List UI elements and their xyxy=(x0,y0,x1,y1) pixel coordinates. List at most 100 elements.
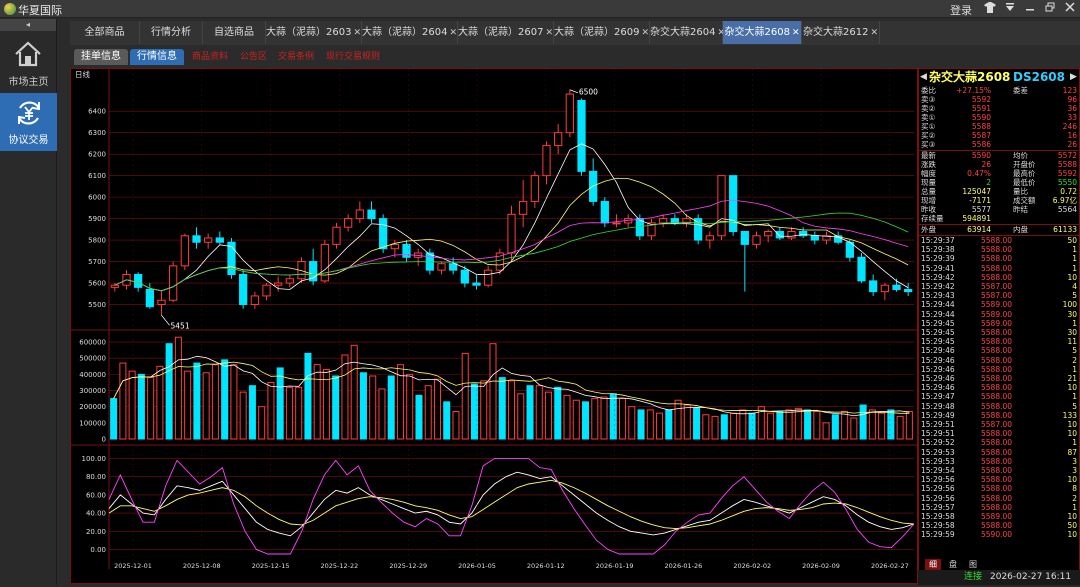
volume-bar xyxy=(628,406,636,440)
login-button[interactable]: 登录 xyxy=(950,2,972,18)
tick-time: 15:29:51 xyxy=(921,429,955,439)
tick-price: 5588.00 xyxy=(981,263,1013,273)
tick-price: 5588.00 xyxy=(981,236,1013,245)
volume-bar xyxy=(332,375,340,440)
candle-down xyxy=(145,288,154,308)
volume-bar xyxy=(609,393,617,440)
tick-row: 15:29:46 5588.00 10 xyxy=(921,383,1079,392)
volume-bar xyxy=(211,364,219,440)
tab-hybrid-garlic-2612[interactable]: 杂交大蒜2612 ✕ xyxy=(802,21,880,44)
quote-label: 总量 xyxy=(921,187,936,196)
tick-row: 15:29:56 5588.00 8 xyxy=(921,484,1079,493)
candle-up xyxy=(390,243,399,250)
tab-garlic-2609[interactable]: 大蒜（泥蒜）2609 ✕ xyxy=(554,21,650,44)
tab-watchlist[interactable]: 自选商品 xyxy=(203,21,266,44)
volume-bar xyxy=(184,370,192,440)
prev-contract-icon[interactable]: ◀ xyxy=(920,69,927,85)
tick-time: 15:29:37 xyxy=(921,236,955,245)
candle-up xyxy=(565,93,574,134)
tick-price: 5589.00 xyxy=(981,300,1013,310)
quote-value: 5588 xyxy=(1057,160,1077,169)
tick-time: 15:29:41 xyxy=(921,263,955,273)
tick-volume: 1 xyxy=(1072,245,1077,255)
x-tick-label: 2026-01-12 xyxy=(527,562,565,570)
tab-hybrid-garlic-2608[interactable]: 杂交大蒜2608 ✕ xyxy=(723,21,802,44)
tick-volume: 1 xyxy=(1072,263,1077,273)
volume-bar xyxy=(804,409,812,440)
close-tab-icon[interactable]: ✕ xyxy=(545,28,553,38)
kline-chart-area[interactable]: 日线 5500 5600 5700 5800 5900 6000 6100 6200 6300 64… xyxy=(70,68,918,584)
close-tab-icon[interactable]: ✕ xyxy=(449,28,457,38)
candle-down xyxy=(239,273,248,306)
sidebar-item-market-home[interactable]: 市场主页 xyxy=(0,35,57,93)
current-trade-rules-link[interactable]: 现行交易规则 xyxy=(326,50,380,64)
quote-value: 0.72 xyxy=(1060,187,1077,196)
tab-market-analysis[interactable]: 行情分析 xyxy=(140,21,203,44)
tick-row: 15:29:58 5588.00 50 xyxy=(921,521,1079,530)
tab-garlic-2604[interactable]: 大蒜（泥蒜）2604 ✕ xyxy=(362,21,458,44)
kline-chart[interactable]: 日线 5500 5600 5700 5800 5900 6000 6100 6200 6300 64… xyxy=(71,69,917,583)
tick-row: 15:29:44 5589.00 30 xyxy=(921,310,1079,319)
indicator-line-d xyxy=(108,479,915,529)
volume-bar xyxy=(517,393,525,440)
volume-bar xyxy=(896,415,904,440)
quote-panel: ◀ 杂交大蒜2608 DS2608 ▶ 委比 +27.15% 委差 123 卖③ 5592… xyxy=(918,68,1080,584)
tick-volume: 3 xyxy=(1072,456,1077,466)
indicator-tick-label: 0.00 xyxy=(90,546,106,554)
quote-value: 5590 xyxy=(971,113,991,122)
tick-price: 5588.00 xyxy=(981,401,1013,411)
quote-row-book: 买② 5587 16 xyxy=(921,131,1079,140)
close-tab-icon[interactable]: ✕ xyxy=(792,28,800,38)
sidebar-collapse-button[interactable]: ◂ xyxy=(0,19,56,31)
volume-bar xyxy=(313,364,321,440)
x-tick-label: 2026-01-26 xyxy=(665,562,703,570)
minimize-icon[interactable] xyxy=(1022,2,1038,16)
volume-bar xyxy=(295,386,303,440)
product-info-link[interactable]: 商品资料 xyxy=(192,50,228,64)
candle-up xyxy=(169,265,178,301)
tab-garlic-2603[interactable]: 大蒜（泥蒜）2603 ✕ xyxy=(266,21,362,44)
close-window-icon[interactable] xyxy=(1062,2,1078,16)
quote-value: 125047 xyxy=(962,187,991,196)
candle-up xyxy=(554,132,563,147)
close-tab-icon[interactable]: ✕ xyxy=(353,28,361,38)
price-low-label: 5451 xyxy=(171,321,190,330)
tick-volume: 87 xyxy=(1067,447,1077,457)
volume-bar xyxy=(406,373,414,440)
volume-bar xyxy=(813,411,821,440)
tick-volume: 50 xyxy=(1067,521,1077,531)
tick-price: 5589.00 xyxy=(981,318,1013,328)
volume-bar xyxy=(452,411,460,440)
announcement-link[interactable]: 公告区 xyxy=(240,50,267,64)
restore-window-icon[interactable] xyxy=(1042,2,1058,16)
tab-garlic-2607[interactable]: 大蒜（泥蒜）2607 ✕ xyxy=(458,21,554,44)
next-contract-icon[interactable]: ▶ xyxy=(1070,69,1077,85)
sidebar-item-protocol-trade[interactable]: 协议交易 xyxy=(0,93,57,151)
tick-time: 15:29:39 xyxy=(921,254,955,264)
candle-down xyxy=(192,235,201,243)
trade-rules-link[interactable]: 交易条例 xyxy=(278,50,314,64)
tick-time: 15:29:53 xyxy=(921,447,955,457)
quote-info-button[interactable]: 行情信息 xyxy=(130,49,184,65)
tab-all-products[interactable]: 全部商品 xyxy=(70,21,140,44)
tick-time: 15:29:56 xyxy=(921,475,955,485)
price-tick-label: 5700 xyxy=(88,258,106,266)
volume-bar xyxy=(258,406,266,440)
order-info-button[interactable]: 挂单信息 xyxy=(74,49,128,65)
candle-up xyxy=(507,213,516,254)
tab-hybrid-garlic-2604[interactable]: 杂交大蒜2604 ✕ xyxy=(650,21,725,44)
quote-label: 买① xyxy=(921,122,936,131)
volume-bar xyxy=(202,372,210,440)
close-tab-icon[interactable]: ✕ xyxy=(641,28,649,38)
candle-up xyxy=(659,218,668,224)
shirt-skin-icon[interactable] xyxy=(982,2,998,16)
quote-row-stat: 幅度 0.47% 最高价 5592 xyxy=(921,169,1079,178)
close-tab-icon[interactable]: ✕ xyxy=(870,28,878,38)
candle-down xyxy=(215,237,224,243)
dropdown-menu-icon[interactable] xyxy=(1002,2,1018,16)
tick-row: 15:29:58 5589.00 10 xyxy=(921,512,1079,521)
tick-time: 15:29:59 xyxy=(921,530,955,540)
candle-down xyxy=(472,282,481,286)
tick-volume: 1 xyxy=(1072,502,1077,512)
volume-bar xyxy=(165,343,173,440)
